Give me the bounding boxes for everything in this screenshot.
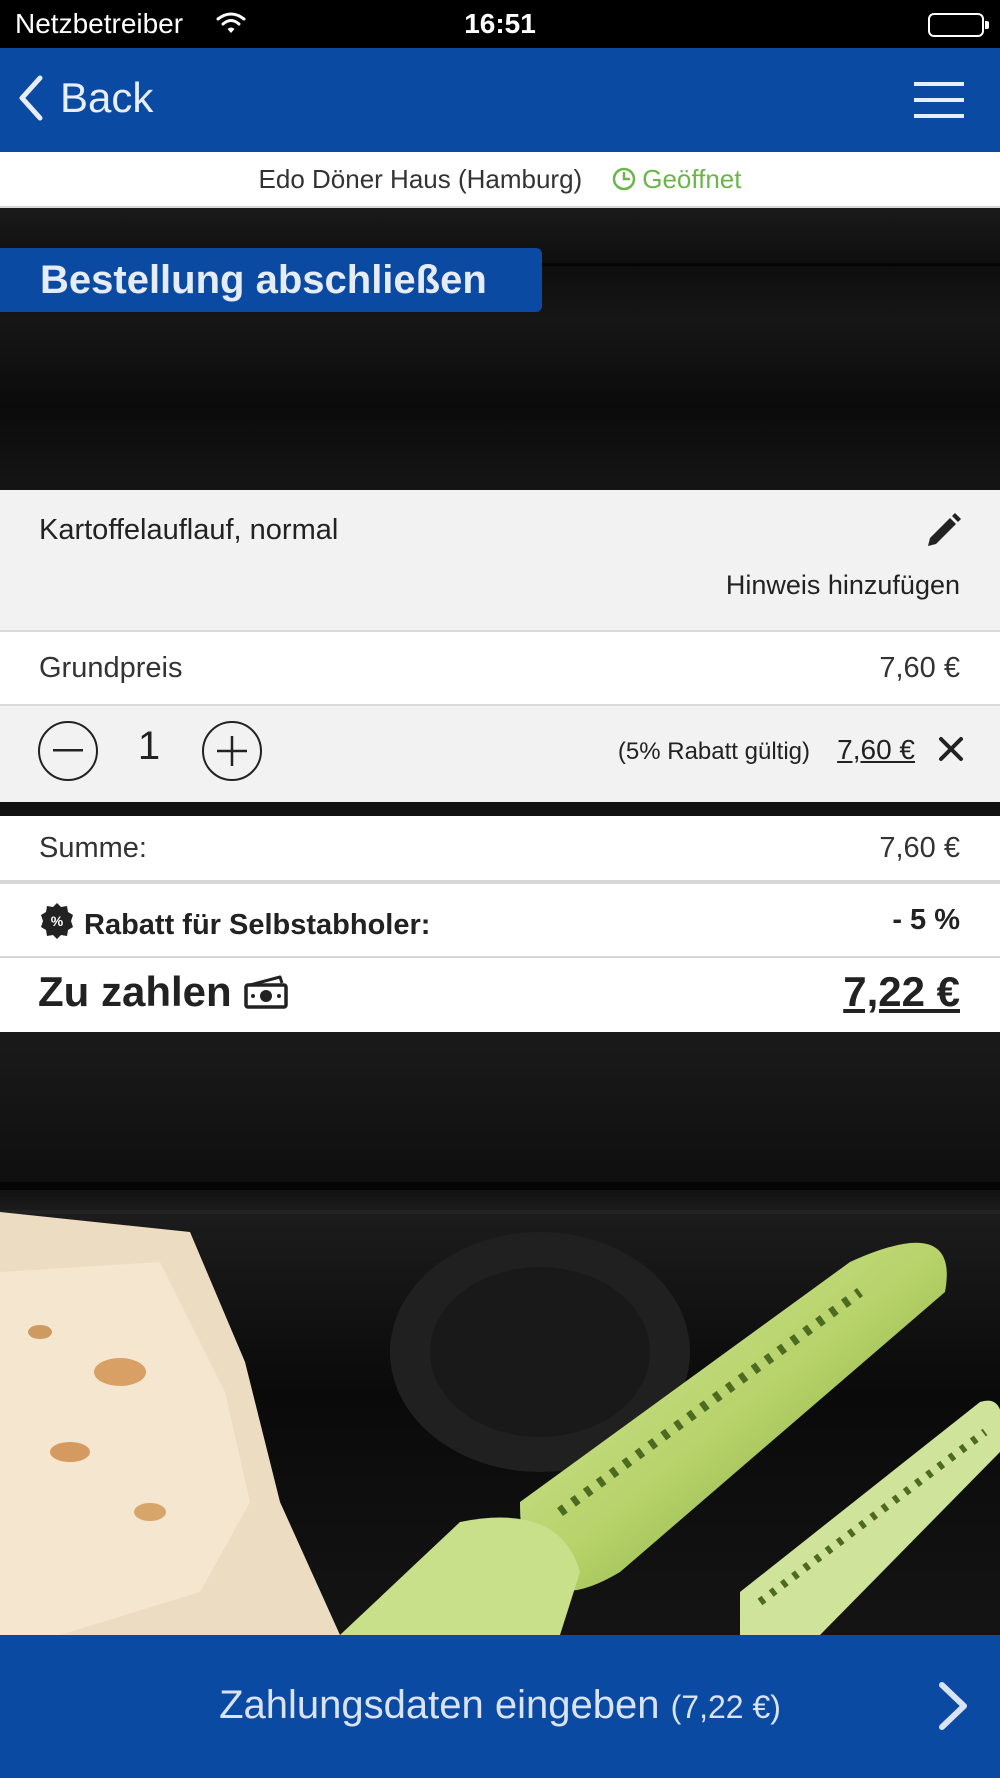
- item-name: Kartoffelauflauf, normal: [39, 514, 339, 546]
- sum-label: Summe:: [39, 832, 147, 864]
- percent-badge-icon: %: [38, 902, 76, 948]
- pencil-icon[interactable]: [924, 512, 962, 555]
- sum-value: 7,60 €: [879, 832, 960, 864]
- minus-icon: [53, 749, 83, 752]
- base-price-row: Grundpreis 7,60 €: [0, 632, 1000, 706]
- svg-text:%: %: [51, 913, 64, 929]
- hamburger-menu-icon[interactable]: [914, 82, 964, 123]
- cta-label: Zahlungsdaten eingeben: [219, 1683, 660, 1727]
- discount-row: % Rabatt für Selbstabholer: - 5 %: [0, 884, 1000, 958]
- order-item: Kartoffelauflauf, normal Hinweis hinzufü…: [0, 490, 1000, 632]
- cta-amount: (7,22 €): [670, 1689, 781, 1725]
- base-price-label: Grundpreis: [39, 652, 183, 684]
- plus-icon: [217, 736, 247, 766]
- discount-note: (5% Rabatt gültig): [617, 738, 810, 765]
- enter-payment-button[interactable]: Zahlungsdaten eingeben (7,22 €): [0, 1635, 1000, 1778]
- chevron-left-icon: [19, 75, 43, 121]
- food-photo: [0, 1032, 1000, 1635]
- money-icon: [243, 975, 288, 1009]
- decrease-quantity-button[interactable]: [38, 721, 98, 781]
- status-bar: Netzbetreiber 16:51: [0, 0, 1000, 48]
- clock-icon: [612, 167, 636, 191]
- total-label: Zu zahlen: [38, 968, 232, 1015]
- chevron-right-icon: [936, 1681, 970, 1736]
- quantity-value: 1: [137, 724, 161, 768]
- restaurant-name: Edo Döner Haus (Hamburg): [258, 163, 583, 194]
- restaurant-bar: Edo Döner Haus (Hamburg) Geöffnet: [0, 152, 1000, 208]
- line-price: 7,60 €: [837, 734, 915, 765]
- discount-value: - 5 %: [892, 904, 960, 936]
- total-value: 7,22 €: [843, 968, 960, 1015]
- total-row: Zu zahlen 7,22 €: [0, 958, 1000, 1032]
- page-title: Bestellung abschließen: [0, 248, 542, 312]
- base-price-value: 7,60 €: [879, 652, 960, 684]
- divider: [0, 802, 1000, 816]
- nav-bar: Back: [0, 48, 1000, 152]
- close-icon[interactable]: [938, 736, 964, 767]
- open-status-label: Geöffnet: [642, 163, 742, 194]
- back-button[interactable]: Back: [18, 74, 153, 122]
- battery-icon: [928, 13, 989, 37]
- sum-row: Summe: 7,60 €: [0, 816, 1000, 884]
- back-label: Back: [60, 74, 154, 121]
- increase-quantity-button[interactable]: [202, 721, 262, 781]
- discount-label: Rabatt für Selbstabholer:: [84, 908, 431, 941]
- quantity-row: 1 (5% Rabatt gültig) 7,60 €: [0, 706, 1000, 802]
- add-note-link[interactable]: Hinweis hinzufügen: [726, 570, 960, 601]
- open-status: Geöffnet: [612, 164, 741, 195]
- clock: 16:51: [464, 8, 536, 39]
